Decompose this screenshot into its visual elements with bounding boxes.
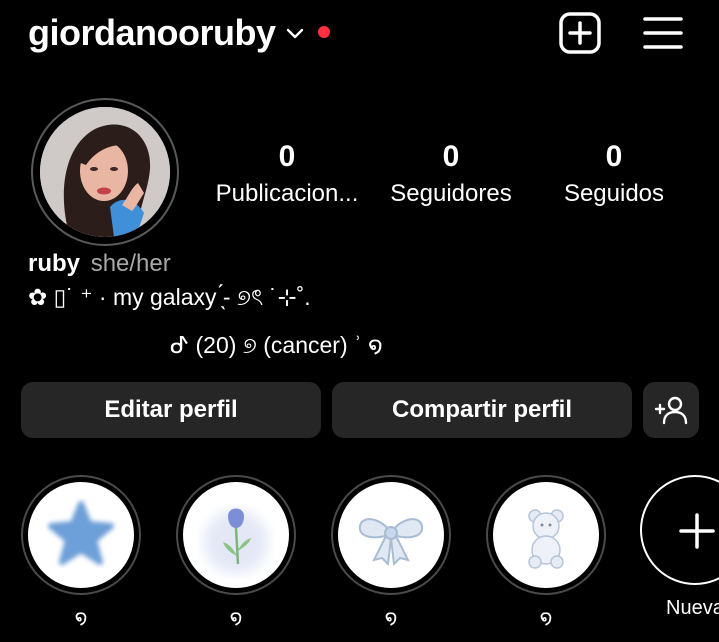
stat-followers[interactable]: 0 Seguidores bbox=[371, 140, 531, 210]
highlight-1[interactable] bbox=[21, 475, 141, 595]
username-title[interactable]: giordanooruby bbox=[28, 13, 276, 53]
highlight-4[interactable] bbox=[486, 475, 606, 595]
stat-posts-value: 0 bbox=[278, 140, 296, 173]
avatar[interactable] bbox=[31, 98, 179, 246]
bio-name-line: ruby she/her bbox=[28, 250, 171, 278]
display-name: ruby bbox=[28, 250, 81, 277]
highlight-2[interactable] bbox=[176, 475, 296, 595]
avatar-photo bbox=[40, 107, 170, 237]
pronouns: she/her bbox=[90, 250, 171, 277]
highlight-2-label: ໑ bbox=[229, 607, 243, 629]
new-highlight-label: Nueva bbox=[666, 597, 719, 619]
add-post-icon[interactable] bbox=[558, 11, 602, 55]
stat-followers-label: Seguidores bbox=[390, 180, 512, 207]
menu-icon[interactable] bbox=[642, 14, 684, 52]
notification-dot bbox=[318, 26, 330, 38]
teddy-bear-icon bbox=[493, 482, 599, 588]
add-person-button[interactable] bbox=[643, 382, 699, 438]
stat-following-label: Seguidos bbox=[563, 180, 665, 207]
highlight-3-label: ໑ bbox=[384, 607, 398, 629]
bow-icon bbox=[338, 482, 444, 588]
stat-following[interactable]: 0 Seguidos bbox=[534, 140, 694, 210]
new-highlight-button[interactable] bbox=[640, 475, 719, 585]
stat-following-value: 0 bbox=[605, 140, 623, 173]
highlight-1-label: ໑ bbox=[74, 607, 88, 629]
stat-followers-value: 0 bbox=[442, 140, 460, 173]
chevron-down-icon[interactable] bbox=[284, 22, 306, 44]
highlight-3[interactable] bbox=[331, 475, 451, 595]
highlight-4-label: ໑ bbox=[539, 607, 553, 629]
blue-tulip-icon bbox=[183, 482, 289, 588]
share-profile-button[interactable]: Compartir perfil bbox=[332, 382, 632, 438]
add-person-icon bbox=[654, 396, 688, 425]
blue-star-icon bbox=[28, 482, 134, 588]
stat-posts-label: Publicacion... bbox=[215, 180, 359, 207]
profile-header: giordanooruby bbox=[0, 0, 719, 68]
bio-text-line-1: ✿ ▯˙ ⁺ · my galaxy ̖́- ୭ৎ ˙⊹˚. bbox=[28, 284, 311, 310]
plus-icon bbox=[679, 513, 715, 549]
stat-posts[interactable]: 0 Publicacion... bbox=[207, 140, 367, 210]
bio-text-line-2: ᕷ (20) ୭ (cancer) ʾ ໑ bbox=[170, 332, 383, 358]
edit-profile-button[interactable]: Editar perfil bbox=[21, 382, 321, 438]
